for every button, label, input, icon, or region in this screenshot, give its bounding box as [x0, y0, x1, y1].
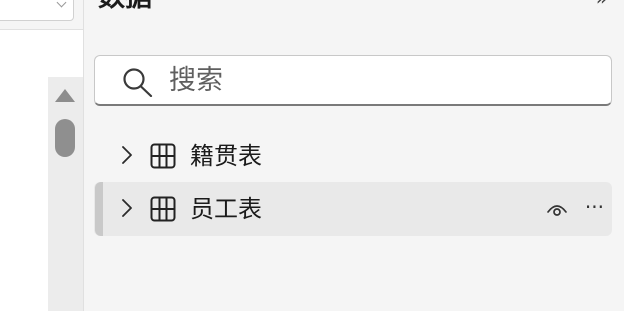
app-root: 数据 » 籍贯表	[0, 0, 624, 311]
table-label: 籍贯表	[190, 142, 262, 170]
table-icon	[150, 196, 176, 222]
table-label: 员工表	[190, 195, 262, 223]
scroll-up-arrow-icon[interactable]	[55, 89, 75, 102]
chevron-right-icon[interactable]	[120, 197, 134, 219]
tree-item-table[interactable]: 籍贯表	[94, 129, 612, 183]
search-box[interactable]	[94, 55, 612, 106]
tree-item-table-selected[interactable]: 员工表 ···	[94, 182, 612, 236]
search-icon	[123, 68, 153, 97]
table-icon	[150, 143, 176, 169]
vertical-scrollbar[interactable]	[48, 77, 83, 311]
pane-title: 数据	[98, 0, 152, 16]
canvas-dropdown[interactable]	[0, 0, 74, 21]
selection-indicator	[95, 182, 103, 236]
search-input[interactable]	[169, 62, 589, 98]
chevron-down-icon	[56, 0, 67, 8]
double-chevron-icon[interactable]: »	[596, 0, 608, 10]
eye-icon[interactable]	[546, 200, 568, 218]
scrollbar-thumb[interactable]	[55, 119, 75, 157]
more-options-icon[interactable]: ···	[585, 192, 604, 222]
chevron-right-icon[interactable]	[120, 144, 134, 166]
data-pane: 数据 » 籍贯表	[84, 0, 624, 311]
canvas-area	[0, 0, 83, 311]
